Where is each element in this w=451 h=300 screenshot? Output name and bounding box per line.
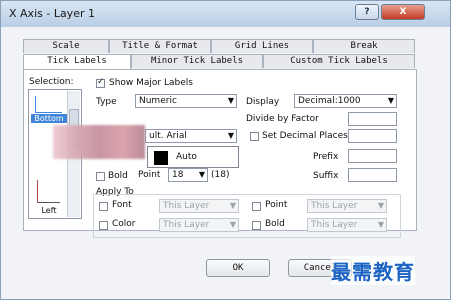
type-select[interactable]: Numeric ▼ — [135, 94, 237, 108]
show-major-labels-label: Show Major Labels — [109, 78, 193, 88]
color-option-auto[interactable]: Auto — [176, 152, 197, 162]
apply-font-value: This Layer — [163, 201, 210, 211]
apply-color-value: This Layer — [163, 220, 210, 230]
set-decimal-places-checkbox[interactable] — [250, 132, 259, 141]
apply-point-label: Point — [265, 200, 288, 210]
prefix-input[interactable] — [348, 149, 397, 163]
point-hint: (18) — [211, 170, 230, 180]
chevron-down-icon: ▼ — [227, 131, 234, 140]
chevron-down-icon: ▼ — [229, 220, 236, 229]
apply-color-checkbox[interactable] — [99, 221, 108, 230]
left-axis-icon — [37, 180, 60, 203]
chevron-down-icon: ▼ — [377, 220, 384, 229]
selection-item-left[interactable]: Left — [31, 206, 67, 215]
close-button[interactable]: X — [381, 4, 425, 20]
chevron-down-icon: ▼ — [387, 96, 394, 105]
apply-color-select[interactable]: This Layer ▼ — [159, 218, 239, 232]
apply-bold-label: Bold — [265, 219, 285, 229]
suffix-label: Suffix — [313, 171, 339, 181]
type-label: Type — [96, 97, 117, 107]
selection-label: Selection: — [29, 77, 74, 87]
apply-font-label: Font — [112, 200, 132, 210]
black-color-swatch — [154, 151, 168, 165]
prefix-label: Prefix — [313, 152, 339, 162]
chevron-down-icon: ▼ — [377, 201, 384, 210]
display-label: Display — [246, 97, 280, 107]
suffix-input[interactable] — [348, 168, 397, 182]
blurred-region — [53, 125, 145, 159]
decimal-places-input[interactable] — [348, 129, 397, 143]
display-value: Decimal:1000 — [298, 96, 361, 106]
selection-item-bottom[interactable]: Bottom — [31, 114, 67, 123]
apply-point-select[interactable]: This Layer ▼ — [307, 199, 387, 213]
bottom-axis-icon — [35, 96, 62, 113]
watermark-text: 最需教育 — [331, 256, 415, 285]
apply-font-select[interactable]: This Layer ▼ — [159, 199, 239, 213]
ok-button[interactable]: OK — [206, 259, 270, 277]
help-button[interactable]: ? — [355, 4, 379, 20]
bold-label: Bold — [108, 171, 128, 181]
chevron-down-icon: ▼ — [198, 170, 205, 179]
tab-grid-lines[interactable]: Grid Lines — [211, 39, 313, 53]
apply-font-checkbox[interactable] — [99, 202, 108, 211]
tab-tick-labels[interactable]: Tick Labels — [23, 54, 131, 70]
dialog-window: X Axis - Layer 1 ? X Scale Title & Forma… — [0, 0, 451, 300]
divide-by-factor-input[interactable] — [348, 112, 397, 126]
font-select[interactable]: ult. Arial ▼ — [145, 129, 237, 143]
apply-point-value: This Layer — [311, 201, 358, 211]
tab-custom-tick-labels[interactable]: Custom Tick Labels — [263, 54, 415, 68]
point-value: 18 — [172, 170, 184, 180]
apply-bold-checkbox[interactable] — [252, 221, 261, 230]
type-value: Numeric — [139, 96, 177, 106]
apply-bold-value: This Layer — [311, 220, 358, 230]
display-select[interactable]: Decimal:1000 ▼ — [294, 94, 397, 108]
show-major-labels-checkbox[interactable] — [96, 77, 105, 88]
tabs-row-1: Scale Title & Format Grid Lines Break — [23, 39, 415, 53]
set-decimal-places-label: Set Decimal Places — [262, 131, 348, 141]
chevron-down-icon: ▼ — [229, 201, 236, 210]
apply-color-label: Color — [112, 219, 136, 229]
tab-minor-tick-labels[interactable]: Minor Tick Labels — [131, 54, 263, 68]
tabs-row-2: Tick Labels Minor Tick Labels Custom Tic… — [23, 54, 415, 70]
point-select[interactable]: 18 ▼ — [168, 168, 208, 182]
tab-scale[interactable]: Scale — [23, 39, 109, 53]
point-label: Point — [138, 170, 161, 180]
title-bar: X Axis - Layer 1 ? X — [1, 1, 450, 27]
tab-break[interactable]: Break — [313, 39, 415, 53]
tab-title-format[interactable]: Title & Format — [109, 39, 211, 53]
apply-point-checkbox[interactable] — [252, 202, 261, 211]
apply-bold-select[interactable]: This Layer ▼ — [307, 218, 387, 232]
bold-checkbox[interactable] — [96, 172, 105, 181]
font-value: ult. Arial — [149, 131, 187, 141]
window-title: X Axis - Layer 1 — [9, 7, 95, 20]
chevron-down-icon: ▼ — [227, 96, 234, 105]
divide-by-factor-label: Divide by Factor — [246, 114, 319, 124]
color-dropdown-list[interactable]: Auto — [147, 146, 239, 168]
